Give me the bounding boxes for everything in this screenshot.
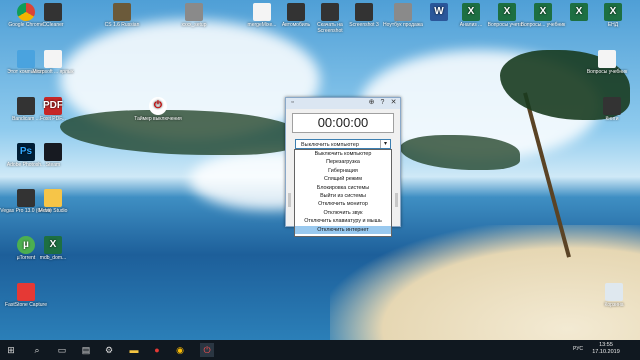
desktop-icon-label: Таймер выключения	[134, 116, 182, 122]
desktop-icon-label: Корзина	[604, 302, 624, 308]
action-select[interactable]: Выключить компьютер ▾	[295, 139, 391, 149]
excel-icon: X	[570, 3, 588, 21]
action-dropdown-list: Выключить компьютер Перезагрузка Гиберна…	[294, 149, 392, 237]
desktop-icon-movie-studio[interactable]: Movie Studio	[27, 189, 79, 214]
desktop-icon-label: Книги	[605, 116, 619, 122]
desktop-icon-steam[interactable]: Steam	[27, 143, 79, 168]
dropdown-option[interactable]: Выключить компьютер	[295, 150, 391, 158]
action-select-value: Выключить компьютер	[301, 142, 359, 148]
pdf-icon: PDF	[43, 97, 63, 115]
cs-icon	[113, 3, 131, 21]
dropdown-option[interactable]: Отключить клавиатуру и мышь	[295, 217, 391, 225]
yandex-icon[interactable]: ●	[150, 343, 164, 357]
desktop-icon-label: Foxit PDF...	[40, 116, 66, 122]
desktop-icon-label: Microsoft ... ярлык	[32, 69, 74, 75]
ccleaner-icon	[44, 3, 62, 21]
desktop-icon-label: Анализ ...	[459, 22, 483, 28]
recycle-bin-icon	[605, 283, 623, 301]
taskbar: ⊞ ⌕ ▭ ▤ ⚙ ▬ ● ◉ ⏻ РУС 13:55 17.10.2019	[0, 340, 640, 360]
desktop-icon-ccleaner[interactable]: CCleaner	[27, 3, 79, 28]
excel-icon: X	[462, 3, 480, 21]
desktop-icon-label: ЕНД	[607, 22, 619, 28]
excel-icon: X	[604, 3, 622, 21]
steam-icon	[44, 143, 62, 161]
explorer-icon[interactable]: ▬	[127, 343, 141, 357]
folder-icon	[44, 189, 62, 207]
desktop-icon-label: Ноутбук продажа	[383, 22, 423, 28]
calculator-icon[interactable]: ▤	[79, 343, 93, 357]
desktop-icon-pdf[interactable]: PDF Foxit PDF...	[27, 97, 79, 122]
desktop-icon-setup[interactable]: xxxx_setup	[168, 3, 220, 28]
settings-icon[interactable]: ⚙	[102, 343, 116, 357]
document-icon	[253, 3, 271, 21]
countdown-display[interactable]: 00:00:00	[292, 113, 394, 133]
chevron-down-icon: ▾	[380, 140, 390, 148]
dropdown-option[interactable]: Выйти из системы	[295, 192, 391, 200]
dropdown-option[interactable]: Спящий режим	[295, 175, 391, 183]
search-icon[interactable]: ⌕	[30, 343, 44, 357]
chrome-icon[interactable]: ◉	[173, 343, 187, 357]
thumbnail-icon	[287, 3, 305, 21]
image-icon	[394, 3, 412, 21]
clock-time: 13:55	[599, 342, 613, 348]
close-icon[interactable]: ✕	[389, 99, 398, 107]
thumbnail-icon	[321, 3, 339, 21]
desktop-icon-label: Movie Studio	[38, 208, 68, 214]
document-icon	[598, 50, 616, 68]
dropdown-option-highlighted[interactable]: Отключить интернет	[295, 225, 391, 234]
excel-icon: X	[498, 3, 516, 21]
palm-leaves	[400, 135, 520, 170]
desktop-icon-label: CS 1.6 Russian	[104, 22, 140, 28]
dropdown-option[interactable]: Отключить звук	[295, 209, 391, 217]
app-icon: ▫	[291, 99, 294, 106]
desktop-icon-label: mdb_dom...	[39, 255, 67, 261]
desktop-icon-label: Вопросы... учебник	[520, 22, 566, 28]
excel-icon: X	[44, 236, 62, 254]
desktop-icon-label: xxxx_setup	[181, 22, 207, 28]
desktop-icon-cs[interactable]: CS 1.6 Russian	[96, 3, 148, 28]
book-icon	[603, 97, 621, 115]
desktop-icon-shutdown-timer[interactable]: ⏻ Таймер выключения	[132, 97, 184, 122]
help-icon[interactable]: ?	[378, 99, 387, 107]
power-icon: ⏻	[149, 97, 167, 115]
desktop-icon-books[interactable]: Книги	[586, 97, 638, 122]
thumbnail-icon	[355, 3, 373, 21]
desktop-icon-label: Screenshot 3	[349, 22, 379, 28]
excel-icon: X	[534, 3, 552, 21]
desktop-icon-recycle-bin[interactable]: Корзина	[588, 283, 640, 308]
pin-icon[interactable]: ⊕	[367, 99, 376, 107]
dropdown-option[interactable]: Отключить монитор	[295, 200, 391, 208]
clock-date: 17.10.2019	[592, 349, 620, 355]
window-titlebar[interactable]: ▫ ⊕ ? ✕	[286, 98, 400, 109]
desktop-icon-label: Вопросы учебник	[586, 69, 628, 75]
desktop-icon-label: FastStone Capture	[5, 302, 47, 308]
shortcut-icon	[44, 50, 62, 68]
desktop-icon-faststone[interactable]: FastStone Capture	[0, 283, 52, 308]
faststone-icon	[17, 283, 35, 301]
dropdown-option[interactable]: Блокировка системы	[295, 184, 391, 192]
task-view-icon[interactable]: ▭	[55, 343, 69, 357]
desktop-icon-doc[interactable]: Вопросы учебник	[581, 50, 633, 75]
desktop-icon-msoffice[interactable]: Microsoft ... ярлык	[27, 50, 79, 75]
dropdown-option[interactable]: Гибернация	[295, 167, 391, 175]
timer-app-icon[interactable]: ⏻	[200, 343, 214, 357]
desktop-icon-excel[interactable]: X ЕНД	[587, 3, 639, 28]
side-handle	[288, 193, 291, 207]
desktop-icon-excel[interactable]: X mdb_dom...	[27, 236, 79, 261]
clock[interactable]: 13:55 17.10.2019	[576, 342, 636, 358]
desktop-icon-label: Steam	[45, 162, 61, 168]
setup-icon	[185, 3, 203, 21]
windows-start-icon[interactable]: ⊞	[4, 343, 18, 357]
side-handle	[395, 193, 398, 207]
desktop-icon-label: CCleaner	[42, 22, 64, 28]
dropdown-option[interactable]: Перезагрузка	[295, 158, 391, 166]
